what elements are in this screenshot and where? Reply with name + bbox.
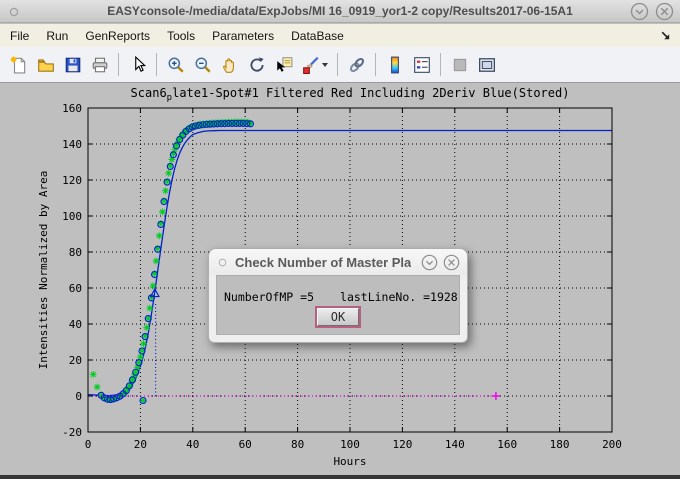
edit-pointer-icon (129, 56, 147, 74)
numberofmp-value: NumberOfMP =5 (224, 290, 314, 304)
dialog-titlebar[interactable]: Check Number of Master Pla (209, 249, 467, 275)
zoom-in-button[interactable] (162, 51, 189, 78)
menu-run[interactable]: Run (46, 29, 68, 43)
new-figure-button[interactable] (5, 51, 32, 78)
toolbar-separator (118, 53, 119, 76)
check-number-dialog: Check Number of Master Pla NumberOfMP =5… (208, 248, 468, 343)
rotate-3d-button[interactable] (243, 51, 270, 78)
hide-plot-tools-button[interactable] (446, 51, 473, 78)
svg-text:120: 120 (62, 174, 82, 187)
close-button[interactable] (655, 2, 674, 21)
dialog-title: Check Number of Master Pla (235, 255, 411, 270)
insert-legend-icon (413, 56, 431, 74)
zoom-out-icon (194, 56, 212, 74)
save-figure-icon (64, 56, 82, 74)
svg-text:80: 80 (69, 246, 82, 259)
window-menu-icon[interactable] (9, 7, 19, 17)
svg-text:100: 100 (62, 210, 82, 223)
brush-data-button[interactable] (297, 51, 324, 78)
figure-area: 020406080100120140160180200-200204060801… (0, 83, 680, 475)
minimize-button[interactable] (630, 2, 649, 21)
dialog-content: NumberOfMP =5 lastLineNo. =1928 OK (216, 275, 460, 335)
data-cursor-icon (275, 56, 293, 74)
link-plot-button[interactable] (343, 51, 370, 78)
brush-data-icon (302, 56, 320, 74)
insert-legend-button[interactable] (408, 51, 435, 78)
svg-text:80: 80 (291, 438, 304, 451)
print-figure-button[interactable] (86, 51, 113, 78)
svg-text:60: 60 (69, 282, 82, 295)
menu-tools[interactable]: Tools (167, 29, 195, 43)
save-figure-button[interactable] (59, 51, 86, 78)
brush-dropdown-icon[interactable] (322, 63, 328, 67)
lastlineno-value: lastLineNo. =1928 (340, 290, 458, 304)
open-file-button[interactable] (32, 51, 59, 78)
svg-text:180: 180 (550, 438, 570, 451)
pan-hand-button[interactable] (216, 51, 243, 78)
zoom-in-icon (167, 56, 185, 74)
menu-parameters[interactable]: Parameters (212, 29, 274, 43)
pan-hand-icon (221, 56, 239, 74)
rotate-3d-icon (248, 56, 266, 74)
toolbar-separator (156, 53, 157, 76)
y-axis-label: Intensities Normalized by Area (37, 171, 50, 370)
ok-button[interactable]: OK (317, 308, 359, 326)
svg-text:100: 100 (340, 438, 360, 451)
dock-arrow-icon[interactable] (659, 29, 672, 42)
toolbar-separator (375, 53, 376, 76)
svg-text:140: 140 (62, 138, 82, 151)
edit-pointer-button[interactable] (124, 51, 151, 78)
zoom-out-button[interactable] (189, 51, 216, 78)
link-plot-icon (348, 56, 366, 74)
hide-plot-tools-icon (451, 56, 469, 74)
svg-text:200: 200 (602, 438, 622, 451)
svg-text:0: 0 (85, 438, 92, 451)
svg-text:60: 60 (239, 438, 252, 451)
data-cursor-button[interactable] (270, 51, 297, 78)
svg-text:40: 40 (186, 438, 199, 451)
svg-text:-20: -20 (62, 426, 82, 439)
window-title: EASYconsole-/media/data/ExpJobs/MI 16_09… (0, 4, 680, 18)
figure-toolbar (0, 47, 680, 83)
dialog-menu-icon[interactable] (218, 258, 227, 267)
new-figure-icon (10, 56, 28, 74)
print-figure-icon (91, 56, 109, 74)
show-plot-tools-button[interactable] (473, 51, 500, 78)
menubar: File Run GenReports Tools Parameters Dat… (0, 24, 680, 47)
svg-text:120: 120 (392, 438, 412, 451)
window-bottom-border (0, 475, 680, 479)
x-axis-label: Hours (333, 455, 366, 468)
chart-title: Scan6plate1-Spot#1 Filtered Red Includin… (131, 86, 570, 103)
svg-text:160: 160 (497, 438, 517, 451)
easyconsole-window: EASYconsole-/media/data/ExpJobs/MI 16_09… (0, 0, 680, 479)
open-file-icon (37, 56, 55, 74)
dialog-minimize-button[interactable] (421, 254, 438, 271)
svg-text:20: 20 (69, 354, 82, 367)
svg-text:40: 40 (69, 318, 82, 331)
menu-database[interactable]: DataBase (291, 29, 344, 43)
dialog-close-button[interactable] (443, 254, 460, 271)
window-titlebar[interactable]: EASYconsole-/media/data/ExpJobs/MI 16_09… (0, 0, 680, 23)
insert-colorbar-button[interactable] (381, 51, 408, 78)
toolbar-separator (440, 53, 441, 76)
svg-text:140: 140 (445, 438, 465, 451)
series-baseline-end-plus (492, 392, 500, 400)
menu-file[interactable]: File (10, 29, 29, 43)
menu-genreports[interactable]: GenReports (85, 29, 150, 43)
show-plot-tools-icon (478, 56, 496, 74)
svg-text:20: 20 (134, 438, 147, 451)
toolbar-separator (337, 53, 338, 76)
insert-colorbar-icon (386, 56, 404, 74)
svg-text:160: 160 (62, 102, 82, 115)
svg-text:0: 0 (75, 390, 82, 403)
